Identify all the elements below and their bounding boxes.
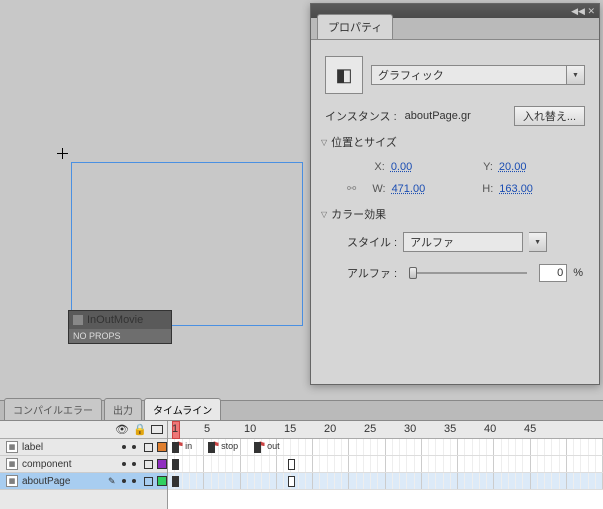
keyframe-empty[interactable] [288,459,295,470]
page-icon: ▦ [6,441,18,453]
symbol-type-icon[interactable]: ◧ [325,56,363,94]
visibility-dot[interactable] [122,445,126,449]
tab-output[interactable]: 出力 [104,398,142,420]
frame-row-label[interactable]: in stop out [168,439,603,456]
layer-row-label[interactable]: ▦ label [0,439,167,456]
instance-name-value: aboutPage.gr [401,108,510,124]
tab-timeline[interactable]: タイムライン [144,398,221,420]
frame-row-aboutpage[interactable] [168,473,603,490]
alpha-slider[interactable] [409,272,527,274]
ruler-mark: 20 [324,423,336,435]
panel-collapse-icon[interactable]: ◀◀ ✕ [571,6,595,17]
frame-row-component[interactable] [168,456,603,473]
section-position-size[interactable]: 位置とサイズ [319,130,591,154]
ruler-mark: 15 [284,423,296,435]
layer-name: component [22,459,118,470]
x-label: X: [367,161,385,173]
layer-row-aboutPage[interactable]: ▦ aboutPage ✎ [0,473,167,490]
layer-row-component[interactable]: ▦ component [0,456,167,473]
alpha-label: アルファ : [347,265,397,281]
lock-dot[interactable] [132,445,136,449]
section-color-effect[interactable]: カラー効果 [319,202,591,226]
lock-icon[interactable]: 🔒 [133,423,145,436]
selection-box[interactable] [71,162,303,326]
bottom-panel: コンパイルエラー 出力 タイムライン 👁 🔒 ▦label▦component▦… [0,400,603,508]
alpha-unit: % [573,267,583,279]
ruler-mark: 45 [524,423,536,435]
visibility-dot[interactable] [122,479,126,483]
keyframe[interactable] [172,476,179,487]
layer-list: 👁 🔒 ▦ label ▦ component ▦ aboutPage ✎ [0,421,168,509]
page-icon: ▦ [6,475,18,487]
ruler-mark: 1 [172,423,178,435]
ruler-mark: 25 [364,423,376,435]
eye-icon[interactable]: 👁 [115,423,127,436]
h-value[interactable]: 163.00 [499,183,533,195]
keyframe[interactable] [208,442,215,453]
y-label: Y: [475,161,493,173]
keyframe[interactable] [172,442,179,453]
properties-panel: ◀◀ ✕ プロパティ ◧ グラフィック インスタンス : aboutPage.g… [310,3,600,385]
registration-cross-icon [57,148,68,159]
style-dropdown[interactable]: アルファ [403,232,523,252]
movieclip-icon [73,315,83,325]
instance-label: インスタンス : [325,108,397,124]
w-label: W: [368,183,386,195]
instance-info-sub: NO PROPS [69,329,171,343]
lock-dot[interactable] [132,462,136,466]
tab-properties[interactable]: プロパティ [317,14,393,39]
x-value[interactable]: 0.00 [391,161,412,173]
layer-name: aboutPage [22,476,104,487]
layer-color-swatch[interactable] [157,476,167,486]
layer-color-swatch[interactable] [157,442,167,452]
alpha-input[interactable] [539,264,567,282]
outline-toggle[interactable] [144,477,153,486]
visibility-dot[interactable] [122,462,126,466]
outline-toggle[interactable] [144,443,153,452]
y-value[interactable]: 20.00 [499,161,527,173]
frame-ruler[interactable]: 151015202530354045 [168,421,603,439]
panel-tabs: プロパティ [311,18,599,40]
style-label: スタイル : [347,234,397,250]
page-icon: ▦ [6,458,18,470]
keyframe-empty[interactable] [288,476,295,487]
h-label: H: [475,183,493,195]
ruler-mark: 35 [444,423,456,435]
instance-info-name: InOutMovie [87,314,143,326]
layer-header: 👁 🔒 [0,421,167,439]
symbol-type-value: グラフィック [378,67,444,83]
frame-label-stop: stop [212,440,238,451]
symbol-type-dropdown-button[interactable] [567,65,585,85]
keyframe[interactable] [172,459,179,470]
outline-toggle[interactable] [144,460,153,469]
swap-button[interactable]: 入れ替え... [514,106,585,126]
outline-icon[interactable] [151,425,163,434]
layer-name: label [22,442,118,453]
style-dropdown-button[interactable] [529,232,547,252]
instance-info-title: InOutMovie [69,311,171,329]
layer-color-swatch[interactable] [157,459,167,469]
pencil-icon: ✎ [108,476,118,487]
ruler-mark: 30 [404,423,416,435]
ruler-mark: 40 [484,423,496,435]
keyframe[interactable] [254,442,261,453]
frames-area[interactable]: 151015202530354045 in stop out [168,421,603,509]
alpha-slider-thumb[interactable] [409,267,417,279]
tab-compile-errors[interactable]: コンパイルエラー [4,398,102,420]
symbol-type-dropdown[interactable]: グラフィック [371,65,567,85]
link-wh-icon[interactable]: ⚯ [347,182,360,196]
ruler-mark: 5 [204,423,210,435]
w-value[interactable]: 471.00 [392,183,426,195]
ruler-mark: 10 [244,423,256,435]
frame-label-out: out [258,440,280,451]
bottom-tabs: コンパイルエラー 出力 タイムライン [0,401,603,421]
lock-dot[interactable] [132,479,136,483]
instance-info-panel[interactable]: InOutMovie NO PROPS [68,310,172,344]
